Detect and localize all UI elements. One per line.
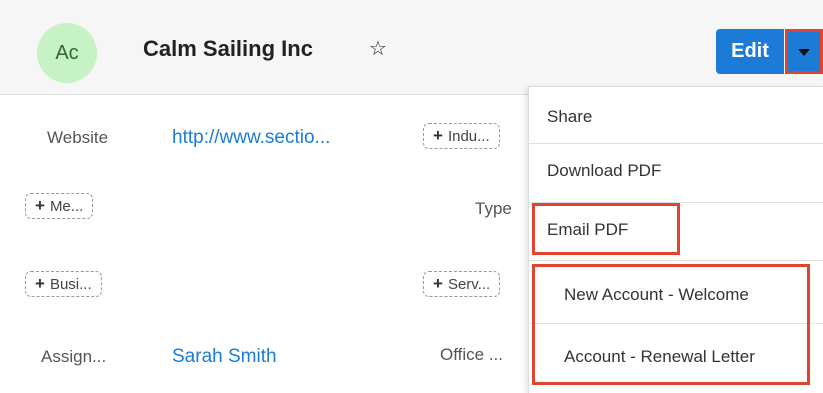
plus-icon: + xyxy=(433,126,443,145)
chevron-down-icon xyxy=(798,49,810,56)
menu-item-share[interactable]: Share xyxy=(529,97,823,137)
avatar: Ac xyxy=(37,23,97,83)
add-business-button[interactable]: + Busi... xyxy=(25,271,102,297)
website-link[interactable]: http://www.sectio... xyxy=(172,127,330,149)
plus-icon: + xyxy=(35,274,45,293)
record-name: Calm Sailing Inc xyxy=(143,36,313,61)
assigned-user-link[interactable]: Sarah Smith xyxy=(172,346,277,368)
highlight-pdf-templates xyxy=(532,264,810,385)
add-member-of-label: Me... xyxy=(49,197,84,215)
menu-item-download-pdf[interactable]: Download PDF xyxy=(529,151,823,191)
add-member-of-button[interactable]: + Me... xyxy=(25,193,94,219)
add-industry-button[interactable]: + Indu... xyxy=(423,123,500,149)
website-label: Website xyxy=(47,128,109,147)
office-label: Office ... xyxy=(440,345,503,364)
menu-divider xyxy=(529,143,823,144)
add-service-button[interactable]: + Serv... xyxy=(423,271,501,297)
record-header: Ac Calm Sailing Inc ☆ Edit xyxy=(0,0,823,95)
add-business-label: Busi... xyxy=(49,275,92,293)
favorite-star-icon[interactable]: ☆ xyxy=(369,36,387,61)
plus-icon: + xyxy=(35,196,45,215)
menu-divider xyxy=(529,260,823,261)
type-label: Type xyxy=(475,199,512,218)
add-industry-label: Indu... xyxy=(447,127,490,145)
assigned-to-label: Assign... xyxy=(41,347,107,366)
actions-dropdown-button[interactable] xyxy=(785,29,823,74)
highlight-email-pdf xyxy=(532,203,680,255)
add-service-label: Serv... xyxy=(447,275,491,293)
plus-icon: + xyxy=(433,274,443,293)
edit-button[interactable]: Edit xyxy=(716,29,784,74)
